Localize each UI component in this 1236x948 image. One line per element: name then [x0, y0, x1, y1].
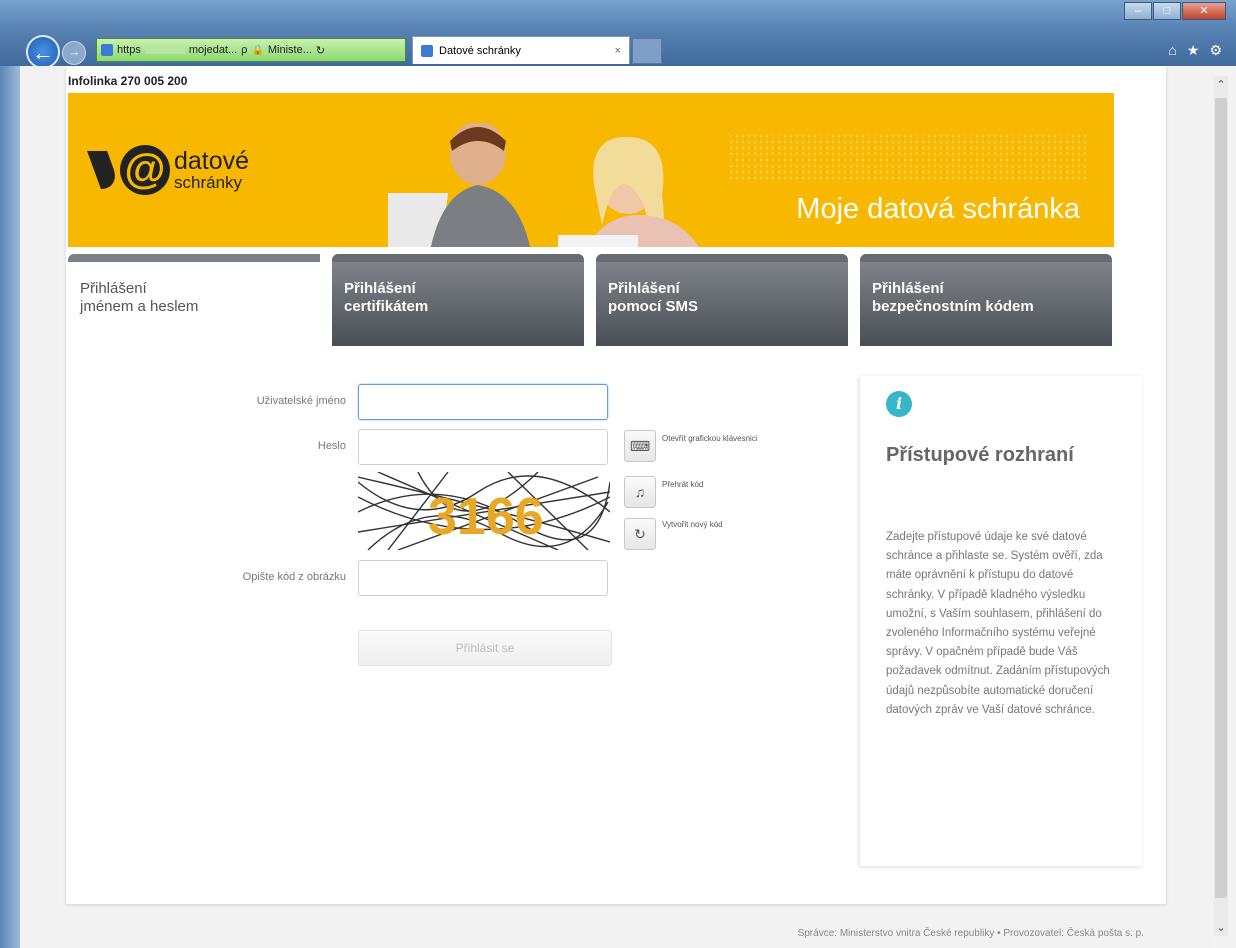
infoline-text: Infolinka 270 005 200	[68, 74, 188, 88]
logo-at-icon: @	[120, 145, 170, 195]
tab-login-sms[interactable]: Přihlášení pomocí SMS	[596, 254, 848, 346]
play-code-button[interactable]: ♫	[624, 476, 656, 508]
new-code-button[interactable]: ↻	[624, 518, 656, 550]
refresh-icon: ↻	[634, 526, 646, 542]
tab-login-security-code-line1: Přihlášení	[872, 280, 944, 297]
gear-icon[interactable]: ⚙	[1209, 42, 1222, 59]
site-icon	[101, 44, 113, 56]
logo-text: datové schránky	[174, 147, 250, 192]
forward-button[interactable]: →	[62, 41, 86, 65]
address-domain: mojedat...	[188, 44, 238, 56]
tab-login-security-code[interactable]: Přihlášení bezpečnostním kódem	[860, 254, 1112, 346]
username-label: Uživatelské jméno	[256, 395, 346, 407]
play-code-label[interactable]: Přehrát kód	[662, 480, 762, 490]
browser-chrome: – □ ✕ ← → https mojedat... ρ 🔒 Ministe..…	[0, 0, 1236, 69]
address-prefix: https	[117, 44, 141, 56]
tab-title: Datové schránky	[439, 44, 521, 57]
tab-login-password-line1: Přihlášení	[80, 280, 147, 297]
banner-person-man-image	[388, 123, 530, 247]
tab-login-certificate[interactable]: Přihlášení certifikátem	[332, 254, 584, 346]
tab-login-password-line2: jménem a heslem	[80, 298, 199, 315]
music-note-icon: ♫	[634, 484, 646, 500]
tab-close-icon[interactable]: ×	[615, 45, 621, 57]
tab-login-sms-line2: pomocí SMS	[608, 298, 699, 315]
logo-line2: schránky	[174, 173, 243, 192]
tab-favicon-icon	[421, 44, 433, 57]
tab-login-certificate-line1: Přihlášení	[344, 280, 416, 297]
favorites-star-icon[interactable]: ★	[1187, 42, 1200, 59]
tab-login-sms-line1: Přihlášení	[608, 280, 680, 297]
search-icon[interactable]: ρ	[241, 44, 247, 56]
page-viewport: Infolinka 270 005 200 @ datové schránky …	[20, 66, 1214, 948]
virtual-keyboard-label[interactable]: Otevřít grafickou klávesnici	[662, 434, 762, 444]
forward-arrow-icon: →	[67, 44, 81, 59]
logo[interactable]: @ datové schránky	[87, 145, 250, 195]
address-blur	[144, 46, 185, 54]
window-controls: – □ ✕	[1123, 2, 1226, 20]
password-input[interactable]	[358, 429, 608, 465]
logo-swoosh-icon	[87, 151, 121, 189]
minimize-button[interactable]: –	[1124, 2, 1152, 20]
maximize-button[interactable]: □	[1153, 2, 1181, 20]
chevron-down-icon[interactable]: ⌄	[1214, 921, 1228, 934]
new-tab-button[interactable]	[632, 38, 662, 64]
footer-text: Správce: Ministerstvo vnitra České repub…	[797, 928, 1144, 939]
info-panel: i Přístupové rozhraní Zadejte přístupové…	[860, 376, 1142, 866]
virtual-keyboard-button[interactable]: ⌨	[624, 430, 656, 462]
home-icon[interactable]: ⌂	[1168, 42, 1176, 59]
captcha-code: 3166	[428, 488, 544, 546]
captcha-input[interactable]	[358, 560, 608, 596]
back-arrow-icon: ←	[32, 40, 54, 65]
chevron-up-icon[interactable]: ⌃	[1214, 78, 1228, 91]
banner-title: Moje datová schránka	[796, 193, 1080, 225]
banner-dots-pattern	[728, 133, 1088, 183]
tab-login-certificate-line2: certifikátem	[344, 298, 429, 315]
chrome-toolbar-icons: ⌂ ★ ⚙	[1168, 42, 1222, 59]
window-frame-left	[0, 66, 20, 948]
password-label: Heslo	[317, 440, 346, 452]
info-icon: i	[886, 391, 912, 417]
lock-icon: 🔒	[251, 44, 264, 56]
scrollbar-thumb[interactable]	[1215, 98, 1227, 898]
refresh-icon[interactable]: ↻	[316, 44, 325, 57]
vertical-scrollbar[interactable]: ⌃ ⌄	[1214, 76, 1228, 936]
address-site: Ministe...	[267, 44, 312, 56]
captcha-label: Opište kód z obrázku	[242, 571, 346, 583]
new-code-label[interactable]: Vytvořit nový kód	[662, 520, 762, 530]
login-tabs: Přihlášení jménem a heslem Přihlášení ce…	[68, 254, 1114, 346]
banner: @ datové schránky Moje datová schránka	[68, 93, 1114, 247]
username-input[interactable]	[358, 384, 608, 420]
tab-login-security-code-line2: bezpečnostním kódem	[872, 298, 1034, 315]
captcha-image: 3166	[358, 472, 610, 550]
banner-person-woman-image	[558, 136, 699, 247]
tab-login-password[interactable]: Přihlášení jménem a heslem	[68, 254, 320, 346]
tab-datove-schranky[interactable]: Datové schránky ×	[412, 36, 630, 64]
close-window-button[interactable]: ✕	[1182, 2, 1226, 20]
info-title: Přístupové rozhraní	[886, 444, 1074, 466]
logo-line1: datové	[174, 147, 250, 175]
login-button[interactable]: Přihlásit se	[358, 630, 612, 666]
address-bar[interactable]: https mojedat... ρ 🔒 Ministe... ↻	[96, 38, 406, 62]
info-text: Zadejte přístupové údaje ke své datové s…	[886, 531, 1110, 716]
keyboard-icon: ⌨	[629, 438, 651, 454]
back-button[interactable]: ←	[26, 35, 60, 69]
